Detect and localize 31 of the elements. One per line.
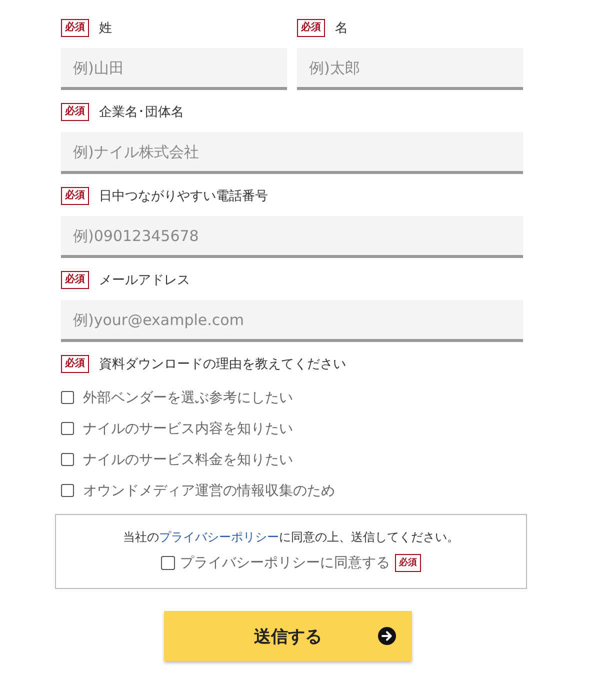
field-label: メールアドレス	[99, 272, 190, 289]
field-label: 日中つながりやすい電話番号	[99, 188, 268, 205]
checkbox[interactable]	[61, 453, 74, 466]
checkbox-label[interactable]: 外部ベンダーを選ぶ参考にしたい	[83, 388, 293, 406]
checkbox[interactable]	[61, 484, 74, 497]
field-label: 資料ダウンロードの理由を教えてください	[99, 356, 346, 373]
privacy-policy-link[interactable]: プライバシーポリシー	[159, 530, 279, 544]
field-label: 名	[335, 20, 348, 37]
field-label: 企業名･団体名	[99, 104, 184, 121]
input-field[interactable]: 例)山田	[61, 48, 287, 90]
required-badge: 必須	[395, 554, 421, 572]
required-badge: 必須	[61, 187, 89, 205]
input-field[interactable]: 例)your@example.com	[61, 300, 523, 342]
input-field[interactable]: 例)太郎	[297, 48, 523, 90]
checkbox-label[interactable]: ナイルのサービス料金を知りたい	[83, 450, 293, 468]
input-field[interactable]: 例)09012345678	[61, 216, 523, 258]
required-badge: 必須	[61, 103, 89, 121]
checkbox-label[interactable]: ナイルのサービス内容を知りたい	[83, 420, 293, 438]
required-badge: 必須	[297, 19, 325, 37]
checkbox[interactable]	[161, 556, 175, 570]
input-field[interactable]: 例)ナイル株式会社	[61, 132, 523, 174]
checkbox-label[interactable]: プライバシーポリシーに同意する	[180, 554, 390, 572]
privacy-notice: 当社のプライバシーポリシーに同意の上、送信してください。	[122, 529, 460, 546]
field-label: 姓	[99, 20, 112, 37]
required-badge: 必須	[61, 355, 89, 373]
required-badge: 必須	[61, 19, 89, 37]
checkbox-label[interactable]: オウンドメディア運営の情報収集のため	[83, 482, 335, 500]
checkbox[interactable]	[61, 422, 74, 435]
checkbox[interactable]	[61, 391, 74, 404]
submit-button[interactable]: 送信する	[164, 611, 412, 661]
required-badge: 必須	[61, 271, 89, 289]
